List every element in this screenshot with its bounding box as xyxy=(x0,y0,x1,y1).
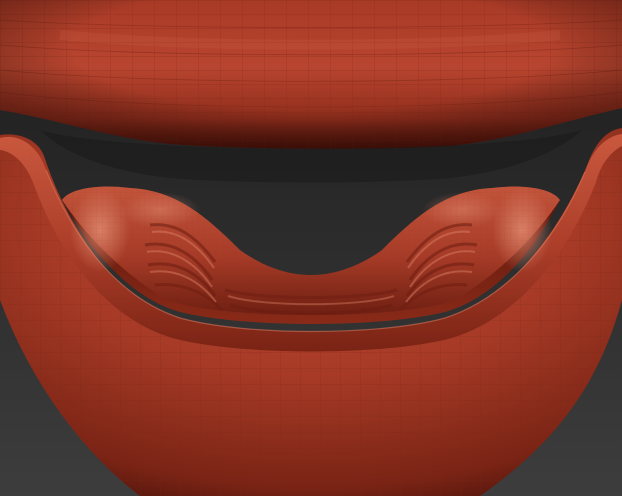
sculpt-viewport[interactable] xyxy=(0,0,622,496)
sculpt-canvas[interactable] xyxy=(0,0,622,496)
